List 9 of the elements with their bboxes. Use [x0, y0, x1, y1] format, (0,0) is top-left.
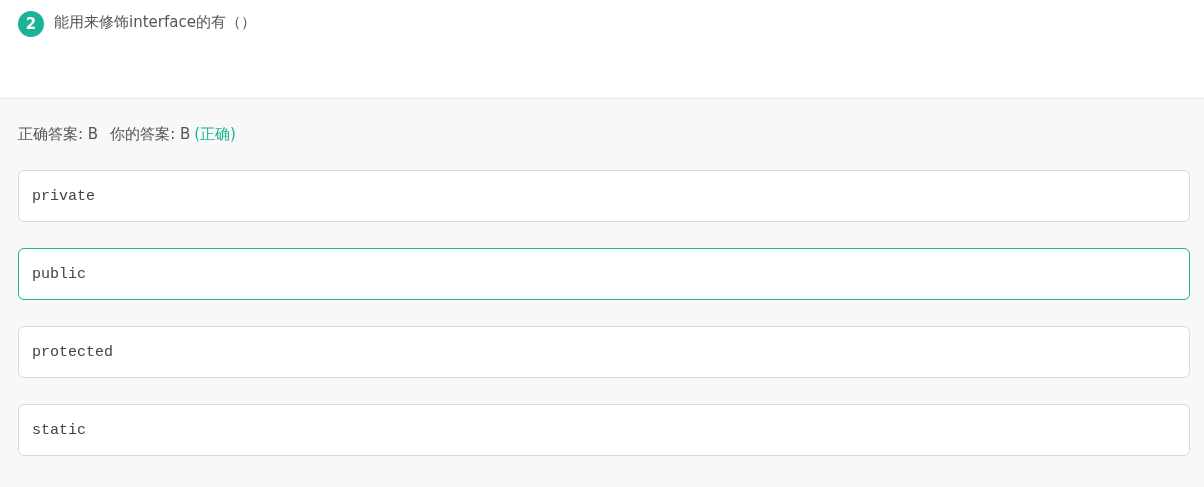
question-number-badge: 2: [18, 11, 44, 37]
result-label: (正确): [194, 125, 236, 144]
answer-option[interactable]: public: [18, 248, 1190, 300]
answer-option[interactable]: static: [18, 404, 1190, 456]
correct-answer-label: 正确答案: B: [18, 125, 99, 144]
your-answer-label: 你的答案: B: [110, 125, 191, 144]
answer-option[interactable]: protected: [18, 326, 1190, 378]
answer-option[interactable]: private: [18, 170, 1190, 222]
question-text: 能用来修饰interface的有（）: [54, 12, 256, 33]
